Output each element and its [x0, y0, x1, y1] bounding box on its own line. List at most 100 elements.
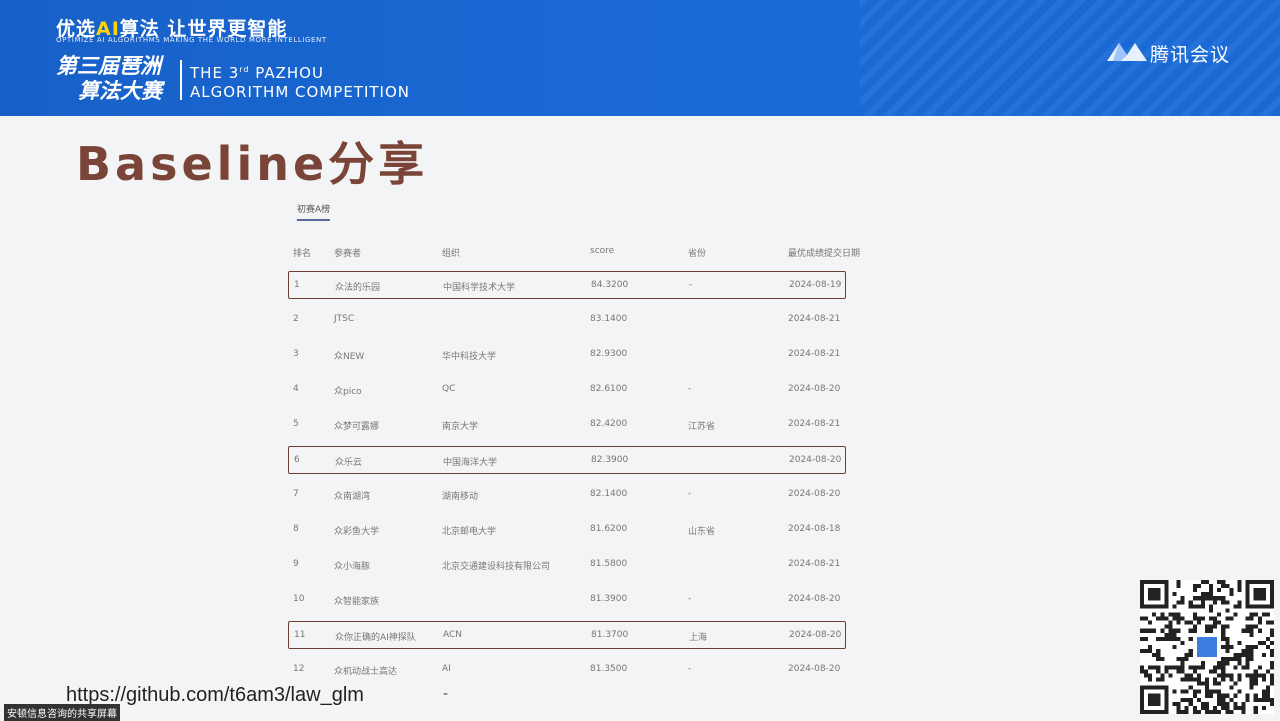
table-row-highlighted: 6 众乐云 中国海洋大学 82.3900 2024-08-20 — [288, 446, 846, 474]
en-title-sup: rd — [239, 65, 250, 74]
cell-org: 北京交通建设科技有限公司 — [442, 562, 551, 572]
cell-rank: 3 — [293, 349, 299, 359]
cell-team: 众梦可露娜 — [334, 422, 380, 432]
cell-score: 82.3900 — [591, 455, 629, 465]
cn-title-line1: 第三届琶洲 — [56, 54, 161, 78]
cell-date: 2024-08-18 — [788, 524, 841, 534]
cell-date: 2024-08-20 — [788, 489, 841, 499]
header-banner: 优选AI算法 让世界更智能 OPTIMIZE AI ALGORITHMS MAK… — [0, 0, 1280, 116]
cell-date: 2024-08-20 — [788, 664, 841, 674]
cell-score: 81.3500 — [590, 664, 628, 674]
cell-province: 江苏省 — [688, 422, 716, 432]
cell-score: 81.5800 — [590, 559, 628, 569]
cell-date: 2024-08-20 — [788, 384, 841, 394]
table-row: 12 众机动战士高达 AI 81.3500 - 2024-08-20 — [288, 656, 844, 682]
competition-title-en: THE 3rd PAZHOU ALGORITHM COMPETITION — [190, 60, 410, 102]
cell-rank: 11 — [294, 630, 306, 640]
cell-org: 中国科学技术大学 — [443, 283, 516, 293]
cell-rank: 10 — [293, 594, 305, 604]
qr-code-icon — [1140, 580, 1274, 714]
cell-team: 众智能家族 — [334, 597, 380, 607]
cell-score: 82.9300 — [590, 349, 628, 359]
cell-team: 众乐云 — [335, 458, 363, 468]
cell-rank: 2 — [293, 314, 299, 324]
table-row: 5 众梦可露娜 南京大学 82.4200 江苏省 2024-08-21 — [288, 411, 844, 437]
tab-leaderboard-a[interactable]: 初赛A榜 — [297, 202, 331, 221]
en-title-line2: ALGORITHM COMPETITION — [190, 83, 410, 101]
cell-score: 81.3900 — [590, 594, 628, 604]
cell-org: 北京邮电大学 — [442, 527, 497, 537]
cell-team: 众pico — [334, 387, 362, 397]
cell-team: 众NEW — [334, 352, 365, 362]
cell-org: 华中科技大学 — [442, 352, 497, 362]
cell-org: 南京大学 — [442, 422, 479, 432]
cell-org: ACN — [443, 630, 463, 640]
cell-province: - — [688, 664, 692, 674]
cell-score: 81.6200 — [590, 524, 628, 534]
cell-score: 83.1400 — [590, 314, 628, 324]
table-row: 4 众pico QC 82.6100 - 2024-08-20 — [288, 376, 844, 402]
header-team: 参赛者 — [334, 249, 362, 259]
tencent-meeting-logo-icon — [1107, 43, 1147, 61]
link-dash: - — [443, 686, 449, 702]
cell-team: 众你正确的AI神探队 — [335, 633, 416, 643]
cell-province: - — [688, 489, 692, 499]
cell-province: - — [688, 384, 692, 394]
header-score: score — [590, 246, 615, 256]
tencent-meeting-logo-text: 腾讯会议 — [1150, 44, 1231, 66]
cell-rank: 6 — [294, 455, 300, 465]
cell-rank: 7 — [293, 489, 299, 499]
cell-team: 众机动战士高达 — [334, 667, 398, 677]
screen-share-watermark: 安顿信息咨询的共享屏幕 — [4, 704, 120, 721]
header-date: 最优成绩提交日期 — [788, 249, 861, 259]
cell-date: 2024-08-21 — [788, 559, 841, 569]
cell-province: - — [688, 594, 692, 604]
table-row-highlighted: 1 众法的乐园 中国科学技术大学 84.3200 - 2024-08-19 — [288, 271, 846, 299]
cell-team: 众小海豚 — [334, 562, 371, 572]
cell-province: 上海 — [689, 633, 708, 643]
competition-title-cn: 第三届琶洲 算法大赛 — [56, 54, 162, 104]
cell-rank: 4 — [293, 384, 299, 394]
cell-province: 山东省 — [688, 527, 716, 537]
title-divider — [180, 60, 182, 100]
table-row-highlighted: 11 众你正确的AI神探队 ACN 81.3700 上海 2024-08-20 — [288, 621, 846, 649]
table-header-row: 排名 参赛者 组织 score 省份 最优成绩提交日期 — [288, 238, 860, 264]
cell-team: 众南湖湾 — [334, 492, 371, 502]
cell-date: 2024-08-20 — [789, 630, 842, 640]
header-rank: 排名 — [293, 249, 312, 259]
header-org: 组织 — [442, 249, 461, 259]
cell-date: 2024-08-21 — [788, 349, 841, 359]
cell-province: - — [689, 280, 693, 290]
table-row: 2 JTSC 83.1400 2024-08-21 — [288, 306, 844, 332]
cell-date: 2024-08-20 — [788, 594, 841, 604]
cell-score: 81.3700 — [591, 630, 629, 640]
cn-title-line2: 算法大赛 — [78, 79, 162, 103]
cell-score: 82.6100 — [590, 384, 628, 394]
cell-score: 82.4200 — [590, 419, 628, 429]
cell-date: 2024-08-20 — [789, 455, 842, 465]
table-row: 9 众小海豚 北京交通建设科技有限公司 81.5800 2024-08-21 — [288, 551, 844, 577]
cell-org: AI — [442, 664, 451, 674]
header-province: 省份 — [688, 249, 707, 259]
cell-score: 84.3200 — [591, 280, 629, 290]
cell-score: 82.1400 — [590, 489, 628, 499]
cell-team: 众彩鱼大学 — [334, 527, 380, 537]
table-row: 8 众彩鱼大学 北京邮电大学 81.6200 山东省 2024-08-18 — [288, 516, 844, 542]
cell-date: 2024-08-19 — [789, 280, 842, 290]
cell-date: 2024-08-21 — [788, 314, 841, 324]
slogan-english: OPTIMIZE AI ALGORITHMS MAKING THE WORLD … — [56, 36, 327, 44]
table-row: 3 众NEW 华中科技大学 82.9300 2024-08-21 — [288, 341, 844, 367]
cell-org: QC — [442, 384, 456, 394]
table-row: 10 众智能家族 81.3900 - 2024-08-20 — [288, 586, 844, 612]
en-title-pre: THE 3 — [190, 64, 240, 82]
cell-team: 众法的乐园 — [335, 283, 381, 293]
cell-rank: 5 — [293, 419, 299, 429]
cell-date: 2024-08-21 — [788, 419, 841, 429]
cell-org: 湖南移动 — [442, 492, 479, 502]
cell-rank: 9 — [293, 559, 299, 569]
slide-heading: Baseline分享 — [76, 137, 429, 191]
cell-team: JTSC — [334, 314, 355, 324]
cell-rank: 12 — [293, 664, 305, 674]
table-row: 7 众南湖湾 湖南移动 82.1400 - 2024-08-20 — [288, 481, 844, 507]
cell-org: 中国海洋大学 — [443, 458, 498, 468]
